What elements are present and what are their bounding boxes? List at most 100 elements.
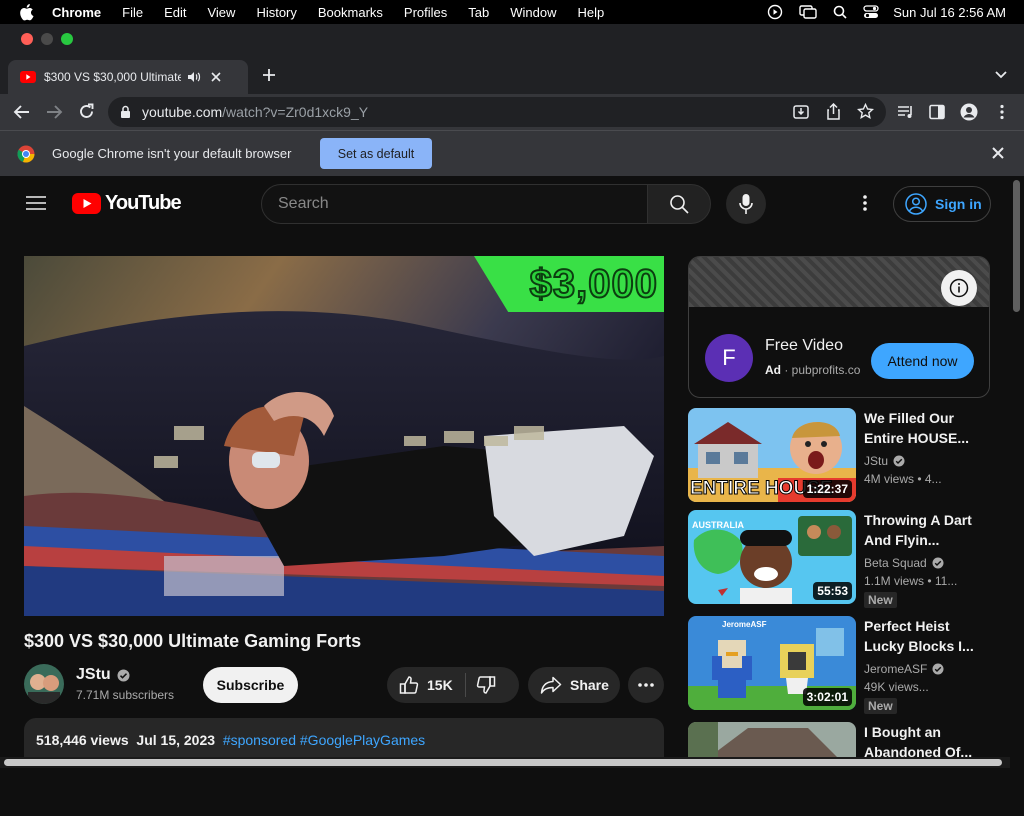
tab-audio-icon[interactable] [187, 71, 201, 83]
youtube-logo[interactable]: YouTube [72, 192, 182, 215]
ad-card[interactable]: F Free Video Ad · pubprofits.co Attend n… [688, 256, 990, 398]
guide-menu-icon[interactable] [26, 195, 46, 211]
channel-avatar[interactable] [24, 664, 64, 704]
recommended-video[interactable]: AUSTRALIA 55:53 Throwing A Dart And Flyi… [688, 510, 988, 608]
recommended-channel-text: JStu [864, 454, 889, 468]
search-button[interactable] [647, 184, 711, 224]
search-input[interactable]: Search [261, 184, 648, 224]
thumbs-up-icon[interactable] [399, 675, 419, 695]
upload-date: Jul 15, 2023 [136, 732, 216, 748]
youtube-wordmark: YouTube [105, 192, 182, 214]
recommended-video[interactable]: ENTIRE HOUSE 1:22:37 We Filled Our Entir… [688, 408, 988, 502]
tab-title: $300 VS $30,000 Ultimate [44, 70, 181, 84]
chrome-menu-icon[interactable] [999, 104, 1005, 120]
more-actions-button[interactable] [628, 667, 664, 703]
ad-label: Ad [765, 363, 781, 377]
recommended-channel[interactable]: JStu [864, 454, 905, 468]
spotlight-search-icon[interactable] [833, 5, 847, 19]
thumbs-down-icon[interactable] [476, 675, 496, 695]
menu-chrome[interactable]: Chrome [52, 5, 101, 20]
video-duration: 55:53 [813, 582, 852, 600]
channel-name[interactable]: JStu [76, 666, 130, 684]
recommended-title[interactable]: I Bought an Abandoned Of... [864, 722, 974, 762]
reload-icon[interactable] [78, 103, 95, 120]
horizontal-scrollbar-thumb[interactable] [4, 759, 1002, 766]
search-icon [670, 195, 689, 214]
video-duration: 3:02:01 [802, 688, 852, 706]
recommended-thumbnail[interactable] [688, 722, 856, 758]
recommended-title[interactable]: Throwing A Dart And Flyin... [864, 510, 974, 550]
window-minimize-button[interactable] [41, 33, 53, 45]
apple-icon[interactable] [18, 3, 38, 21]
recommended-thumbnail[interactable]: AUSTRALIA 55:53 [688, 510, 856, 604]
menu-history[interactable]: History [256, 5, 296, 20]
tab-search-chevron-icon[interactable] [994, 70, 1008, 80]
share-label: Share [570, 677, 609, 693]
verified-badge-icon [117, 669, 130, 682]
subscribe-button[interactable]: Subscribe [203, 667, 298, 703]
description-box[interactable]: 518,446 views Jul 15, 2023 #sponsored #G… [24, 718, 664, 762]
vertical-scrollbar-thumb[interactable] [1013, 180, 1020, 312]
recommended-video[interactable]: I Bought an Abandoned Of... [688, 722, 988, 816]
screen-mirroring-icon[interactable] [799, 4, 817, 20]
bookmark-star-icon[interactable] [857, 103, 874, 120]
hashtag-sponsored[interactable]: #sponsored [223, 732, 296, 748]
control-center-icon[interactable] [863, 4, 879, 20]
side-panel-icon[interactable] [929, 104, 945, 120]
play-circle-icon[interactable] [767, 4, 783, 20]
recommended-meta: 4M views • 4... [864, 472, 942, 486]
profile-icon[interactable] [960, 103, 978, 121]
recommended-video[interactable]: JeromeASF 3:02:01 Perfect Heist Lucky Bl… [688, 616, 988, 714]
menu-edit[interactable]: Edit [164, 5, 186, 20]
microphone-icon [739, 194, 753, 214]
macos-menu-bar: Chrome File Edit View History Bookmarks … [0, 0, 1024, 24]
thumbnail-caption: JeromeASF [722, 620, 767, 629]
video-player[interactable]: $3,000 [24, 256, 664, 616]
infobar-close-icon[interactable] [992, 147, 1004, 159]
sign-in-button[interactable]: Sign in [893, 186, 991, 222]
back-arrow-icon[interactable] [13, 104, 31, 120]
ad-info-icon[interactable] [941, 270, 977, 306]
url-path: /watch?v=Zr0d1xck9_Y [222, 104, 369, 120]
recommended-meta: 1.1M views • 11... [864, 574, 958, 588]
recommended-thumbnail[interactable]: JeromeASF 3:02:01 [688, 616, 856, 710]
window-zoom-button[interactable] [61, 33, 73, 45]
default-browser-infobar: Google Chrome isn't your default browser… [0, 130, 1024, 176]
forward-arrow-icon[interactable] [45, 104, 63, 120]
window-close-button[interactable] [21, 33, 33, 45]
recommended-channel[interactable]: Beta Squad [864, 556, 944, 570]
like-count[interactable]: 15K [427, 677, 453, 693]
advertiser-avatar: F [705, 334, 753, 382]
menu-tab[interactable]: Tab [468, 5, 489, 20]
browser-tab-active[interactable]: $300 VS $30,000 Ultimate [8, 60, 248, 94]
recommended-title[interactable]: We Filled Our Entire HOUSE... [864, 408, 974, 448]
attend-now-button[interactable]: Attend now [871, 343, 974, 379]
menu-help[interactable]: Help [578, 5, 605, 20]
menu-bookmarks[interactable]: Bookmarks [318, 5, 383, 20]
tab-close-icon[interactable] [211, 72, 221, 82]
menu-file[interactable]: File [122, 5, 143, 20]
lock-icon[interactable] [120, 105, 131, 119]
menu-window[interactable]: Window [510, 5, 556, 20]
recommended-title[interactable]: Perfect Heist Lucky Blocks I... [864, 616, 974, 656]
settings-kebab-icon[interactable] [862, 194, 868, 212]
menu-profiles[interactable]: Profiles [404, 5, 447, 20]
url-text[interactable]: youtube.com/watch?v=Zr0d1xck9_Y [142, 104, 368, 120]
voice-search-button[interactable] [726, 184, 766, 224]
new-badge: New [864, 592, 897, 608]
new-tab-plus-icon[interactable] [262, 68, 276, 82]
recommended-thumbnail[interactable]: ENTIRE HOUSE 1:22:37 [688, 408, 856, 502]
recommended-channel[interactable]: JeromeASF [864, 662, 944, 676]
ad-subtitle: Ad · pubprofits.co [765, 363, 860, 377]
share-page-icon[interactable] [826, 103, 841, 120]
thumbnail-caption: AUSTRALIA [692, 520, 744, 530]
set-as-default-button[interactable]: Set as default [320, 138, 432, 169]
share-button[interactable]: Share [528, 667, 620, 703]
menu-view[interactable]: View [207, 5, 235, 20]
youtube-favicon-icon [20, 71, 36, 83]
install-app-icon[interactable] [793, 104, 809, 120]
media-controls-icon[interactable] [897, 104, 915, 120]
menubar-clock[interactable]: Sun Jul 16 2:56 AM [893, 5, 1006, 20]
more-horizontal-icon [638, 683, 654, 687]
hashtag-googleplaygames[interactable]: #GooglePlayGames [300, 732, 425, 748]
